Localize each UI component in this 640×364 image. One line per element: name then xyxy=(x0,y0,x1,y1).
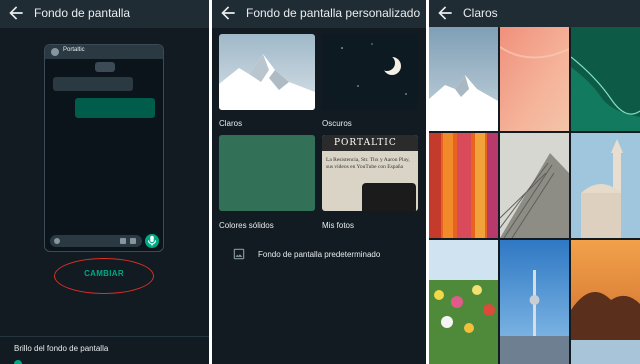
emoji-icon xyxy=(54,238,60,244)
snowy-peak-image xyxy=(429,27,498,131)
newspaper-brand: PORTALTIC xyxy=(334,138,397,148)
attach-icon xyxy=(120,238,126,244)
outgoing-bubble xyxy=(75,98,155,118)
wallpaper-emerald-waves[interactable] xyxy=(571,27,640,131)
incoming-bubble xyxy=(53,77,133,91)
wallpaper-coral-pink[interactable] xyxy=(500,27,569,131)
snowy-mountain-image xyxy=(219,34,315,110)
back-arrow-icon[interactable] xyxy=(6,3,26,23)
solid-green-texture xyxy=(219,135,315,211)
chat-preview: Portaltic xyxy=(44,44,164,252)
category-light-tile[interactable] xyxy=(219,34,315,110)
coral-pink-image xyxy=(500,27,569,131)
wallpaper-sunset-bay[interactable] xyxy=(571,240,640,364)
night-moon-image xyxy=(322,34,418,110)
wallpaper-flower-field[interactable] xyxy=(429,240,498,364)
preview-contact-name: Portaltic xyxy=(63,47,85,53)
wallpaper-orange-curtains[interactable] xyxy=(429,133,498,238)
brightness-label: Brillo del fondo de pantalla xyxy=(14,344,109,353)
default-wallpaper-option[interactable]: Fondo de pantalla predeterminado xyxy=(232,246,412,264)
avatar xyxy=(51,48,59,56)
category-solid-colors-tile[interactable] xyxy=(219,135,315,211)
wallpaper-stone-pyramid[interactable] xyxy=(500,133,569,238)
emerald-waves-image xyxy=(571,27,640,131)
city-tower-image xyxy=(500,240,569,364)
wallpaper-city-tower[interactable] xyxy=(500,240,569,364)
mic-icon xyxy=(145,234,159,248)
category-my-photos-label: Mis fotos xyxy=(322,221,355,230)
page-title: Fondo de pantalla xyxy=(34,6,131,20)
back-arrow-icon[interactable] xyxy=(435,3,455,23)
sunset-bay-image xyxy=(571,240,640,364)
orange-curtains-image xyxy=(429,133,498,238)
preview-input-bar xyxy=(50,235,142,247)
category-my-photos-tile[interactable]: PORTALTIC La Resistencia, Str. Thx y Aar… xyxy=(322,135,418,211)
phone-image xyxy=(362,183,416,211)
category-dark-tile[interactable] xyxy=(322,34,418,110)
back-arrow-icon[interactable] xyxy=(218,3,238,23)
flower-field-image xyxy=(429,240,498,364)
category-solid-colors-label: Colores sólidos xyxy=(219,221,274,230)
change-button[interactable]: CAMBIAR xyxy=(55,269,153,278)
change-button-highlight: CAMBIAR xyxy=(54,258,154,294)
camera-icon xyxy=(130,238,136,244)
page-title: Claros xyxy=(463,6,498,20)
newspaper-text: La Resistencia, Str. Thx y Aaron Play, s… xyxy=(326,157,410,170)
top-bar: Fondo de pantalla personalizado xyxy=(212,0,426,28)
default-wallpaper-label: Fondo de pantalla predeterminado xyxy=(258,250,381,259)
top-bar: Claros xyxy=(429,0,640,28)
image-icon xyxy=(233,248,245,260)
date-chip xyxy=(95,62,115,72)
category-light-label: Claros xyxy=(219,119,243,128)
brightness-slider-thumb[interactable] xyxy=(14,360,22,364)
divider xyxy=(0,336,209,337)
wallpaper-snowy-peak[interactable] xyxy=(429,27,498,131)
wallpaper-mosque-minaret[interactable] xyxy=(571,133,640,238)
category-dark-label: Oscuros xyxy=(322,119,352,128)
preview-header: Portaltic xyxy=(45,45,163,59)
mosque-minaret-image xyxy=(571,133,640,238)
wallpaper-settings-panel: Fondo de pantalla Portaltic CAMBIAR Bril… xyxy=(0,0,209,364)
top-bar: Fondo de pantalla xyxy=(0,0,209,28)
custom-wallpaper-panel: Fondo de pantalla personalizado Claros O… xyxy=(212,0,426,364)
stone-pyramid-image xyxy=(500,133,569,238)
light-wallpapers-panel: Claros xyxy=(429,0,640,364)
page-title: Fondo de pantalla personalizado xyxy=(246,6,421,20)
